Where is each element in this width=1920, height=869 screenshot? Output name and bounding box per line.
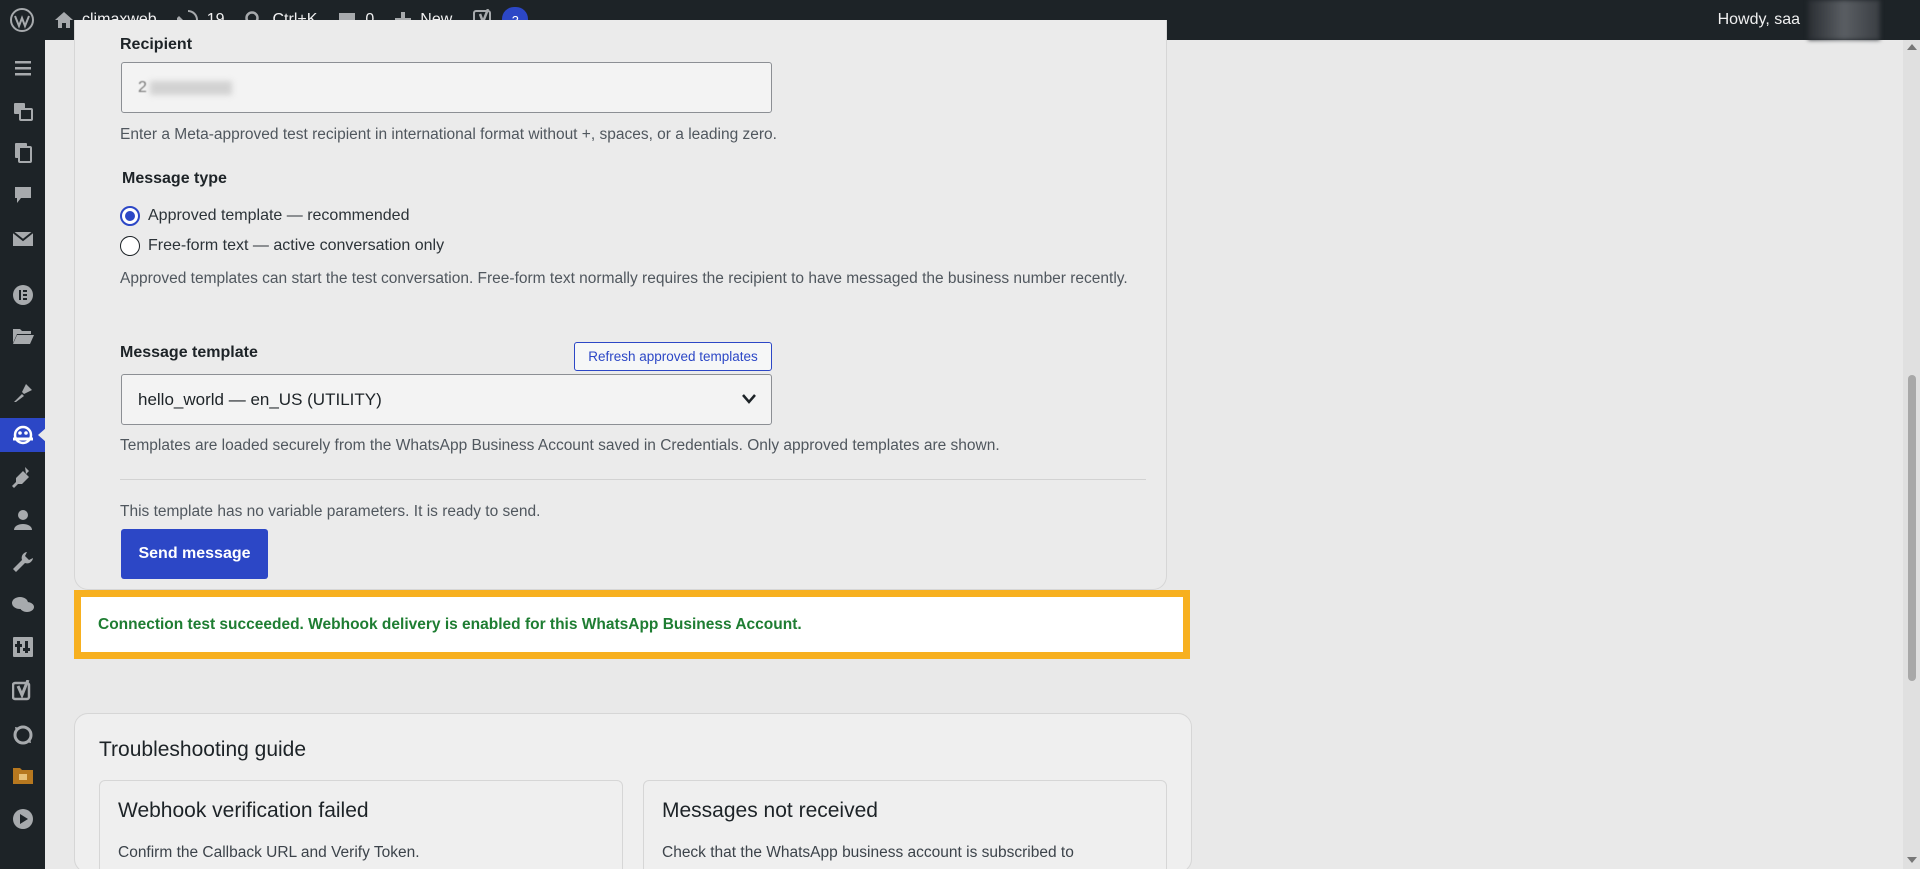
avatar [1808, 0, 1880, 40]
message-template-value: hello_world — en_US (UTILITY) [138, 389, 382, 409]
recipient-help: Enter a Meta-approved test recipient in … [120, 126, 777, 143]
scroll-down-arrow-icon[interactable] [1907, 857, 1917, 863]
media-icon[interactable] [0, 94, 45, 128]
no-params-text: This template has no variable parameters… [120, 503, 541, 520]
howdy-text: Howdy, saa [1717, 11, 1800, 28]
redacted-blur [150, 81, 232, 95]
home-icon [55, 12, 73, 28]
my-account[interactable]: Howdy, saa [1718, 0, 1880, 40]
success-notice: Connection test succeeded. Webhook deliv… [74, 590, 1190, 659]
trouble-card-text: Check that the WhatsApp business account… [662, 844, 1074, 861]
trouble-card-title: Messages not received [662, 799, 878, 822]
yoast-seo-icon[interactable] [0, 674, 45, 708]
troubleshooting-guide: Troubleshooting guide Webhook verificati… [74, 713, 1192, 869]
page-scrollbar[interactable] [1903, 40, 1920, 869]
radio-button-checked[interactable] [120, 206, 140, 226]
collapse-menu-icon[interactable] [0, 51, 45, 85]
radio-freeform-text[interactable]: Free-form text — active conversation onl… [120, 236, 444, 256]
comments-icon[interactable] [0, 178, 45, 212]
folder-icon[interactable] [0, 319, 45, 353]
chat-icon[interactable] [0, 588, 45, 622]
radio-approved-template[interactable]: Approved template — recommended [120, 206, 409, 226]
template-help: Templates are loaded securely from the W… [120, 437, 1000, 454]
plugin-folder-icon[interactable] [0, 759, 45, 793]
wordpress-logo-icon[interactable] [0, 0, 44, 40]
users-icon[interactable] [0, 503, 45, 537]
message-type-label: Message type [122, 170, 227, 187]
settings-icon[interactable] [0, 630, 45, 664]
recipient-label: Recipient [120, 36, 193, 53]
mail-icon[interactable] [0, 222, 45, 256]
plugins-icon[interactable] [0, 460, 45, 494]
elementor-icon[interactable] [0, 278, 45, 312]
appearance-icon[interactable] [0, 376, 45, 410]
radio-button-unchecked[interactable] [120, 236, 140, 256]
radio-freeform-text-label: Free-form text — active conversation onl… [148, 237, 445, 254]
trouble-card-title: Webhook verification failed [118, 799, 369, 822]
notice-text: Connection test succeeded. Webhook deliv… [98, 615, 802, 633]
recipient-value: 2 [138, 79, 147, 96]
whatsapp-plugin-icon[interactable] [0, 418, 46, 452]
recipient-input[interactable]: 2 [121, 62, 772, 113]
send-message-button[interactable]: Send message [121, 529, 268, 579]
admin-sidebar [0, 40, 46, 869]
tools-icon[interactable] [0, 545, 45, 579]
trouble-card-text: Confirm the Callback URL and Verify Toke… [118, 844, 420, 861]
play-icon[interactable] [0, 802, 45, 836]
refresh-templates-button[interactable]: Refresh approved templates [574, 342, 772, 371]
troubleshooting-title: Troubleshooting guide [99, 738, 307, 761]
sync-icon[interactable] [0, 718, 45, 752]
chevron-down-icon [742, 394, 756, 404]
scroll-up-arrow-icon[interactable] [1907, 44, 1917, 50]
divider [120, 479, 1146, 480]
scroll-thumb[interactable] [1908, 375, 1916, 681]
message-type-help: Approved templates can start the test co… [120, 270, 1128, 287]
trouble-card-webhook: Webhook verification failed Confirm the … [99, 780, 623, 869]
pages-icon[interactable] [0, 136, 45, 170]
message-template-label: Message template [120, 344, 258, 361]
test-message-card: Recipient 2 Enter a Meta-approved test r… [74, 20, 1167, 590]
message-template-select[interactable]: hello_world — en_US (UTILITY) [121, 374, 772, 425]
trouble-card-messages: Messages not received Check that the Wha… [643, 780, 1167, 869]
radio-approved-template-label: Approved template — recommended [148, 207, 410, 224]
